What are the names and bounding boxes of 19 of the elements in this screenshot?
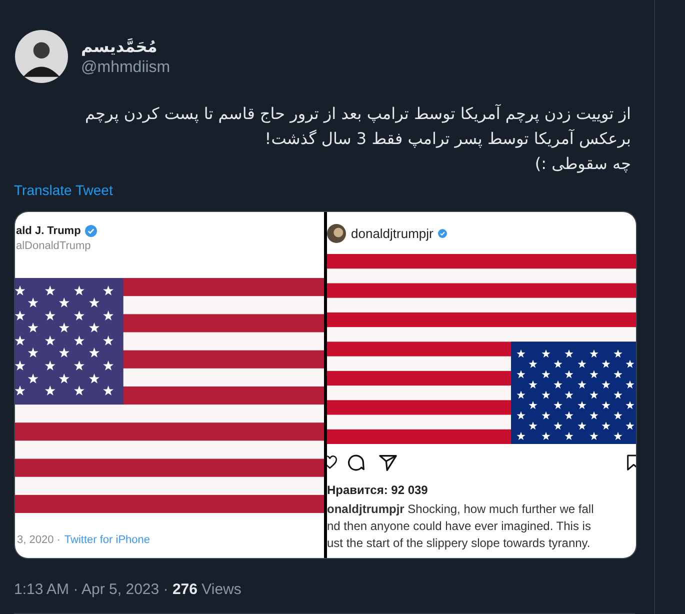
translate-link[interactable]: Translate Tweet [14,182,113,198]
account-name: ald J. Trump [16,225,81,237]
author-name[interactable]: مُحَمَّدیسم [81,36,170,56]
bookmark-icon [627,454,636,472]
post-caption: onaldjtrumpjr Shocking, how much further we fall nd then anyone could have ever imagined. This is ust the start of the slippery slope towards tyranny. [327,501,595,552]
account-name: donaldjtrumpjr [351,226,434,240]
source-link: Twitter for iPhone [64,534,150,546]
send-icon [379,454,397,472]
media-frame[interactable] [14,211,637,559]
account-handle: alDonaldTrump [16,240,92,252]
avatar [327,224,346,242]
like-count: Нравится: 92 039 [327,483,429,497]
heart-icon [327,454,337,472]
avatar[interactable] [15,30,68,83]
tweet-text: از توییت زدن پرچم آمریکا توسط ترامپ بعد از ترور حاج قاسم تا پست کردن پرچم برعکس آمریکا توسط پسر ترامپ فقط 3 سال گذشت! چه سقوطی :) [84,103,632,175]
author-handle[interactable]: @mhmdiism [81,58,170,76]
post-date: 3, 2020 · [17,534,60,546]
tweet-meta: 1:13 AM · Apr 5, 2023 · 276 Views [14,581,242,598]
comment-icon [347,454,365,472]
